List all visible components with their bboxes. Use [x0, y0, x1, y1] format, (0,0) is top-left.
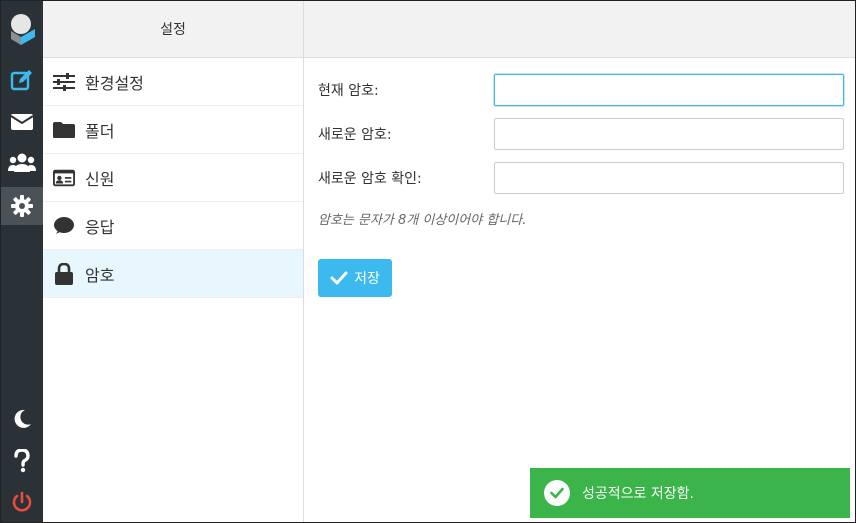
check-circle-icon	[544, 480, 570, 506]
help-icon[interactable]	[1, 442, 43, 480]
panel-header	[304, 1, 855, 58]
settings-gear-icon[interactable]	[1, 187, 43, 225]
app-window: 설정 환경설정 폴더 신원 응답 암호 현재 암호: 새로운 암호: 새로운 암…	[0, 0, 856, 523]
speech-bubble-icon	[53, 215, 75, 237]
compose-icon[interactable]	[1, 61, 43, 99]
new-password-label: 새로운 암호:	[318, 127, 392, 143]
password-hint: 암호는 문자가 8개 이상이어야 합니다.	[318, 213, 527, 228]
confirm-password-row: 새로운 암호 확인:	[318, 162, 844, 194]
lock-icon	[53, 262, 75, 285]
mail-icon[interactable]	[1, 103, 43, 141]
sidebar-item-folders[interactable]: 폴더	[43, 106, 303, 154]
sidebar-item-label: 폴더	[85, 121, 115, 141]
sidebar-item-label: 암호	[85, 265, 115, 285]
sidebar-item-label: 응답	[85, 217, 115, 237]
toast-message: 성공적으로 저장함.	[582, 486, 694, 502]
success-toast[interactable]: 성공적으로 저장함.	[530, 468, 850, 518]
id-card-icon	[53, 167, 75, 189]
contacts-icon[interactable]	[1, 144, 43, 182]
sidebar-item-password[interactable]: 암호	[43, 250, 303, 298]
sliders-icon	[53, 71, 75, 93]
checkmark-icon	[330, 271, 348, 285]
app-rail	[1, 1, 43, 522]
sidebar-item-label: 신원	[85, 169, 115, 189]
sidebar-item-preferences[interactable]: 환경설정	[43, 58, 303, 106]
sidebar-item-responses[interactable]: 응답	[43, 202, 303, 250]
new-password-input[interactable]	[494, 118, 844, 150]
sidebar-item-label: 환경설정	[85, 73, 144, 93]
power-icon[interactable]	[1, 483, 43, 521]
password-settings-panel: 현재 암호: 새로운 암호: 새로운 암호 확인: 암호는 문자가 8개 이상이…	[304, 1, 855, 522]
confirm-password-input[interactable]	[494, 162, 844, 194]
save-button-label: 저장	[354, 271, 380, 287]
save-button[interactable]: 저장	[318, 259, 392, 297]
current-password-input[interactable]	[494, 74, 844, 106]
new-password-row: 새로운 암호:	[318, 118, 844, 150]
settings-sidebar: 설정 환경설정 폴더 신원 응답 암호	[43, 1, 304, 522]
current-password-row: 현재 암호:	[318, 74, 844, 106]
confirm-password-label: 새로운 암호 확인:	[318, 171, 422, 187]
current-password-label: 현재 암호:	[318, 83, 379, 99]
dark-mode-moon-icon[interactable]	[1, 400, 43, 438]
sidebar-title: 설정	[43, 1, 303, 58]
app-logo	[7, 11, 37, 47]
folder-icon	[53, 119, 75, 141]
sidebar-item-identities[interactable]: 신원	[43, 154, 303, 202]
